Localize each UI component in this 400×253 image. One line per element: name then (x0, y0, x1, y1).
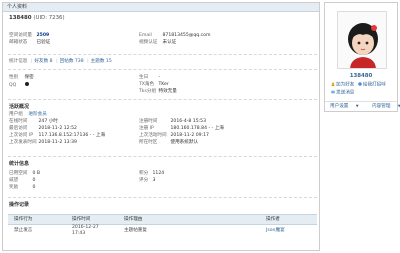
col-action: 操作行为 (8, 214, 66, 225)
col-operator: 操作者 (260, 214, 317, 225)
active-last-ip: 上次访问 IP 117.136.8.152:17136 - - 上海 (9, 133, 106, 138)
active-title: 活跃概况 (9, 104, 30, 110)
table-row: 禁止发言 2016-12-27 17:43 主题帖重复 Json魔宴 (8, 225, 317, 237)
stat-reward: 奖励 0 (9, 185, 36, 190)
greet-icon (358, 82, 362, 86)
stat-prestige: 威望 0 (9, 178, 36, 183)
replies-link[interactable]: 回帖数 738 (60, 59, 84, 64)
stats-line: 统计信息 | 好友数 8 | 回帖数 738 | 主题数 15 (9, 59, 112, 64)
active-register-time: 注册时间 2016-4-8 15:53 (139, 119, 207, 124)
profile-panel: 个人资料 138480 (UID: 7236) 空间访问量 2509 邮箱状态 … (2, 2, 320, 251)
divider (8, 54, 317, 55)
profile-qq: QQ (9, 82, 30, 88)
stat-space: 已用空间 0 B (9, 171, 41, 176)
user-sidebar: 138480 加为好友 给我打招呼 发送消息 用户设置 ▼ 内容管理 ▼ (324, 2, 400, 112)
row-reason: 主题帖重复 (124, 227, 147, 233)
avatar-girl-icon (338, 12, 386, 68)
friends-link[interactable]: 好友数 8 (34, 59, 52, 64)
active-usergroup: 用户组 进阶会员 (9, 112, 47, 117)
active-register-ip: 注册 IP 180.160.178.84 - - 上海 (139, 126, 224, 131)
sidebar-menu: 用户设置 ▼ 内容管理 ▼ (325, 101, 400, 112)
oplog-header-row: 操作行为 操作时间 操作理由 操作者 (8, 214, 317, 225)
col-reason: 操作理由 (118, 214, 260, 225)
user-name: 138480 (9, 15, 32, 21)
divider (8, 197, 317, 198)
message-icon (331, 90, 335, 94)
qq-icon[interactable] (25, 82, 30, 86)
oplog-table: 操作行为 操作时间 操作理由 操作者 禁止发言 2016-12-27 17:43… (8, 214, 317, 236)
active-last-visit: 最后访问 2018-11-2 12:52 (9, 126, 77, 131)
divider (8, 69, 317, 70)
row-time: 2016-12-27 17:43 (72, 225, 99, 236)
profile-tx-role: TX角色 TKer (139, 82, 169, 87)
stat-credits: 积分 1124 (139, 171, 165, 176)
info-visits: 空间访问量 2509 (9, 33, 50, 38)
add-friend-icon (331, 82, 335, 86)
send-message-button[interactable]: 发送消息 (331, 90, 354, 96)
profile-birthday: 生日 - (139, 75, 161, 80)
greet-button[interactable]: 给我打招呼 (358, 82, 386, 88)
divider (8, 99, 317, 100)
user-headline: 138480 (UID: 7236) (9, 15, 65, 22)
avatar[interactable] (337, 11, 387, 69)
profile-gender: 性别 保密 (9, 75, 34, 80)
user-settings-menu[interactable]: 用户设置 ▼ (330, 104, 365, 109)
col-time: 操作时间 (66, 214, 118, 225)
threads-link[interactable]: 主题数 15 (91, 59, 112, 64)
info-video-auth: 视频认证 未认证 (139, 40, 177, 45)
profile-tks-group: Tks分组 特效无量 (139, 89, 177, 94)
stat-rating: 评分 3 (139, 178, 156, 183)
info-email-status: 邮箱状态 已验证 (9, 40, 51, 45)
oplog-title: 操作记录 (9, 202, 30, 208)
row-operator-link[interactable]: Json魔宴 (266, 228, 285, 233)
active-last-activity: 上次活动时间 2018-11-2 09:17 (139, 133, 209, 138)
chevron-down-icon: ▼ (355, 104, 359, 108)
info-email: Email 871813455@qq.com (139, 33, 211, 38)
sidebar-username[interactable]: 138480 (325, 73, 397, 80)
add-friend-button[interactable]: 加为好友 (331, 82, 354, 88)
row-action: 禁止发言 (14, 227, 33, 233)
sidebar-actions: 加为好友 给我打招呼 发送消息 (331, 82, 395, 98)
active-timezone: 所在时区 使用系统默认 (139, 140, 199, 145)
statistics-title: 统计信息 (9, 161, 30, 167)
active-online: 在线时间 247 小时 (9, 119, 58, 124)
content-manage-menu[interactable]: 内容管理 ▼ (372, 104, 400, 109)
user-uid: (UID: 7236) (33, 15, 65, 21)
divider (8, 156, 317, 157)
panel-title: 个人资料 (3, 3, 319, 12)
active-last-post: 上次发表时间 2018-11-2 13:39 (9, 140, 77, 145)
